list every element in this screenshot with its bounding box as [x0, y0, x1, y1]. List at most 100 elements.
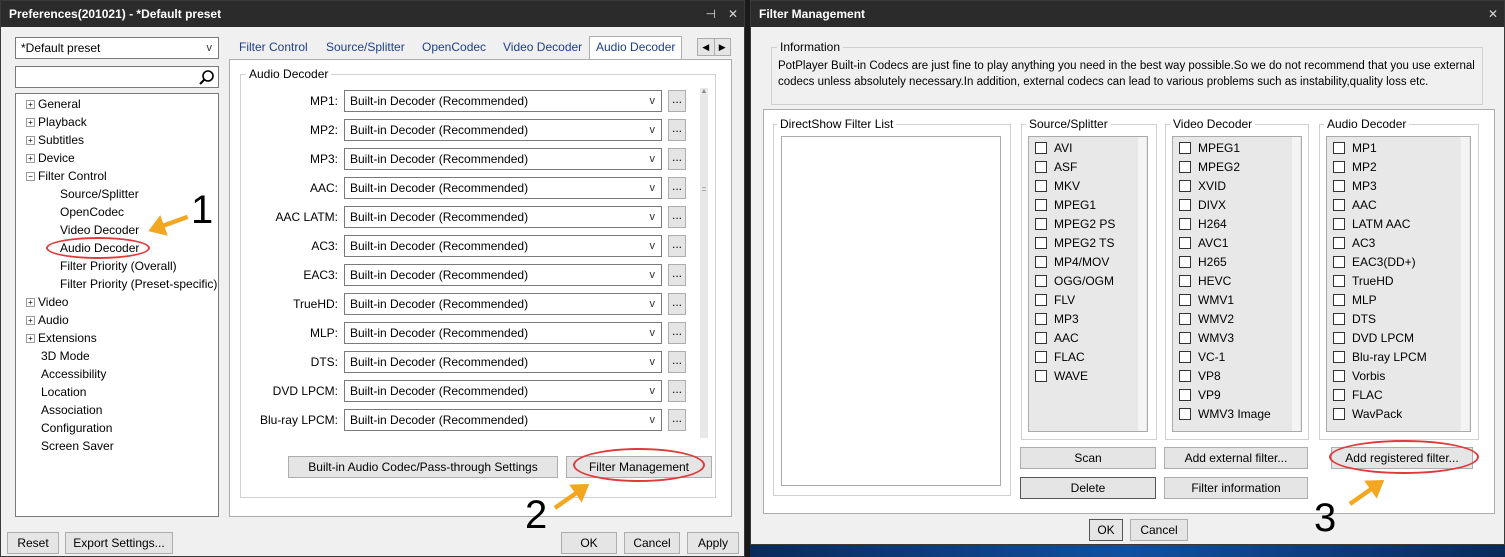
filter-checkbox-item[interactable]: FLAC [1035, 350, 1085, 364]
decoder-select[interactable]: Built-in Decoder (Recommended) v [344, 380, 662, 402]
checkbox[interactable] [1179, 313, 1191, 325]
decoder-select[interactable]: Built-in Decoder (Recommended) v [344, 177, 662, 199]
filter-checkbox-item[interactable]: MPEG1 [1179, 141, 1240, 155]
filter-checkbox-item[interactable]: DVD LPCM [1333, 331, 1414, 345]
tree-item[interactable]: + General [26, 97, 81, 111]
decoder-select[interactable]: Built-in Decoder (Recommended) v [344, 351, 662, 373]
audio-decoder-list[interactable]: MP1 MP2 MP3 AAC LATM AAC AC3 EAC3(DD+) TrueHD ML… [1326, 136, 1471, 432]
filter-checkbox-item[interactable]: MPEG2 PS [1035, 217, 1115, 231]
decoder-select[interactable]: Built-in Decoder (Recommended) v [344, 148, 662, 170]
tab-opencodec[interactable]: OpenCodec [416, 37, 492, 59]
decoder-options-button[interactable]: ... [668, 409, 686, 431]
tab-source-splitter[interactable]: Source/Splitter [320, 37, 411, 59]
filter-checkbox-item[interactable]: WMV3 Image [1179, 407, 1271, 421]
tree-item[interactable]: + Playback [26, 115, 87, 129]
video-decoder-list[interactable]: MPEG1 MPEG2 XVID DIVX H264 AVC1 H265 HEVC WMV1 WM… [1172, 136, 1302, 432]
decoder-select[interactable]: Built-in Decoder (Recommended) v [344, 322, 662, 344]
checkbox[interactable] [1179, 351, 1191, 363]
scroll-up-icon[interactable]: ▲ [700, 88, 708, 95]
source-splitter-list[interactable]: AVI ASF MKV MPEG1 MPEG2 PS MPEG2 TS MP4/MOV OGG… [1028, 136, 1148, 432]
expand-icon[interactable]: + [26, 136, 35, 146]
preset-select[interactable]: *Default preset v [15, 37, 219, 59]
checkbox[interactable] [1035, 180, 1047, 192]
checkbox[interactable] [1179, 218, 1191, 230]
filter-checkbox-item[interactable]: Blu-ray LPCM [1333, 350, 1427, 364]
checkbox[interactable] [1333, 408, 1345, 420]
checkbox[interactable] [1035, 218, 1047, 230]
checkbox[interactable] [1035, 332, 1047, 344]
tree-item[interactable]: − Filter Control [26, 169, 107, 183]
checkbox[interactable] [1333, 237, 1345, 249]
search-input[interactable] [15, 66, 219, 88]
decoder-select[interactable]: Built-in Decoder (Recommended) v [344, 264, 662, 286]
reset-button[interactable]: Reset [7, 532, 59, 554]
filter-checkbox-item[interactable]: WMV1 [1179, 293, 1234, 307]
checkbox[interactable] [1179, 332, 1191, 344]
checkbox[interactable] [1035, 370, 1047, 382]
directshow-filter-list[interactable] [781, 136, 1001, 486]
search-icon[interactable] [198, 69, 216, 87]
filter-checkbox-item[interactable]: MP2 [1333, 160, 1377, 174]
checkbox[interactable] [1179, 256, 1191, 268]
filter-checkbox-item[interactable]: VP9 [1179, 388, 1221, 402]
decoder-select[interactable]: Built-in Decoder (Recommended) v [344, 293, 662, 315]
decoder-options-button[interactable]: ... [668, 293, 686, 315]
filter-checkbox-item[interactable]: WMV2 [1179, 312, 1234, 326]
tree-item[interactable]: OpenCodec [60, 205, 124, 219]
tab-audio-decoder[interactable]: Audio Decoder [589, 36, 683, 60]
tree-item[interactable]: Screen Saver [41, 439, 114, 453]
tree-item[interactable]: Video Decoder [60, 223, 139, 237]
filter-checkbox-item[interactable]: WavPack [1333, 407, 1402, 421]
filter-checkbox-item[interactable]: VC-1 [1179, 350, 1225, 364]
expand-icon[interactable]: + [26, 100, 35, 110]
tree-item[interactable]: Association [41, 403, 102, 417]
decoder-select[interactable]: Built-in Decoder (Recommended) v [344, 90, 662, 112]
checkbox[interactable] [1179, 389, 1191, 401]
checkbox[interactable] [1333, 218, 1345, 230]
tree-item[interactable]: Configuration [41, 421, 112, 435]
decoder-options-button[interactable]: ... [668, 235, 686, 257]
decoder-options-button[interactable]: ... [668, 351, 686, 373]
checkbox[interactable] [1179, 180, 1191, 192]
filter-checkbox-item[interactable]: FLV [1035, 293, 1075, 307]
list-scrollbar[interactable] [1138, 137, 1146, 431]
decoder-select[interactable]: Built-in Decoder (Recommended) v [344, 206, 662, 228]
tab-scroll-right-icon[interactable]: ▶ [715, 39, 731, 55]
tree-item[interactable]: + Audio [26, 313, 69, 327]
filter-checkbox-item[interactable]: HEVC [1179, 274, 1231, 288]
tree-item[interactable]: + Subtitles [26, 133, 84, 147]
checkbox[interactable] [1333, 389, 1345, 401]
decoder-options-button[interactable]: ... [668, 322, 686, 344]
tree-item[interactable]: + Video [26, 295, 68, 309]
pin-icon[interactable]: ⊣ [705, 1, 715, 27]
checkbox[interactable] [1333, 256, 1345, 268]
decoder-select[interactable]: Built-in Decoder (Recommended) v [344, 119, 662, 141]
delete-button[interactable]: Delete [1020, 477, 1156, 499]
checkbox[interactable] [1035, 294, 1047, 306]
add-external-filter-button[interactable]: Add external filter... [1164, 447, 1308, 469]
checkbox[interactable] [1333, 370, 1345, 382]
filter-checkbox-item[interactable]: MP3 [1333, 179, 1377, 193]
filter-checkbox-item[interactable]: DIVX [1179, 198, 1226, 212]
tree-item[interactable]: Accessibility [41, 367, 106, 381]
expand-icon[interactable]: + [26, 118, 35, 128]
checkbox[interactable] [1333, 313, 1345, 325]
filter-checkbox-item[interactable]: AAC [1035, 331, 1079, 345]
filter-information-button[interactable]: Filter information [1164, 477, 1308, 499]
decoder-options-button[interactable]: ... [668, 264, 686, 286]
filter-checkbox-item[interactable]: MPEG1 [1035, 198, 1096, 212]
tab-scroll-left-icon[interactable]: ◀ [698, 39, 715, 55]
checkbox[interactable] [1333, 142, 1345, 154]
expand-icon[interactable]: + [26, 154, 35, 164]
decoder-options-button[interactable]: ... [668, 206, 686, 228]
tree-item[interactable]: Location [41, 385, 86, 399]
list-scrollbar[interactable] [1292, 137, 1300, 431]
tab-filter-control[interactable]: Filter Control [233, 37, 314, 59]
checkbox[interactable] [1333, 275, 1345, 287]
filter-checkbox-item[interactable]: WMV3 [1179, 331, 1234, 345]
checkbox[interactable] [1179, 370, 1191, 382]
filter-checkbox-item[interactable]: MPEG2 [1179, 160, 1240, 174]
checkbox[interactable] [1035, 351, 1047, 363]
filter-checkbox-item[interactable]: H265 [1179, 255, 1227, 269]
checkbox[interactable] [1179, 237, 1191, 249]
